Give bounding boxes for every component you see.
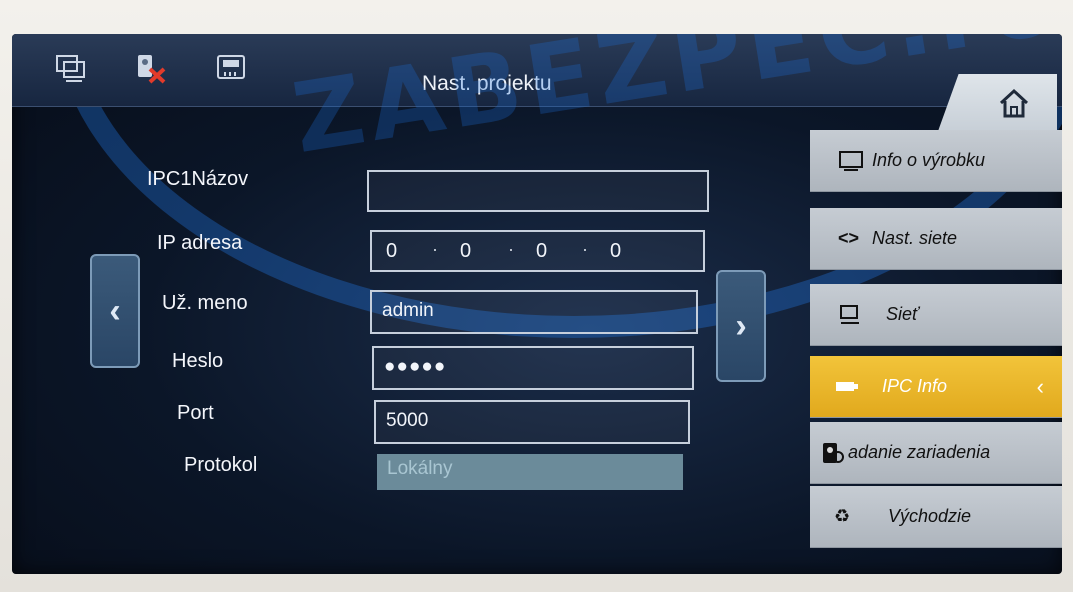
monitor-icon [839, 150, 863, 171]
ip-octet-1: 0 [386, 240, 398, 262]
sidebar-item-ipc-info[interactable]: IPC Info ‹ [810, 356, 1062, 418]
password-input[interactable]: ●●●●● [372, 346, 694, 390]
network-monitor-icon [840, 304, 859, 324]
label-port: Port [177, 402, 214, 424]
ip-separator: · [582, 239, 588, 259]
sidebar-item-device-search[interactable]: adanie zariadenia [810, 422, 1062, 484]
sidebar-item-defaults[interactable]: ♻ Východzie [810, 486, 1062, 548]
label-protocol: Protokol [184, 454, 258, 476]
sidebar-item-label: adanie zariadenia [848, 442, 991, 462]
protocol-select[interactable]: Lokálny [377, 454, 683, 490]
device-offline-icon[interactable] [134, 52, 168, 84]
port-input[interactable]: 5000 [374, 400, 690, 444]
device-search-icon [823, 442, 844, 463]
sidebar-item-label: IPC Info [882, 376, 948, 396]
sidebar-item-label: Info o výrobku [872, 150, 986, 170]
page-title: Nast. projektu [422, 72, 552, 95]
sd-card-icon[interactable] [214, 52, 248, 84]
ip-separator: · [508, 239, 514, 259]
sidebar-item-network[interactable]: Sieť [810, 284, 1062, 346]
sidebar-item-label: Nast. siete [872, 228, 958, 248]
ip-octet-3: 0 [536, 240, 548, 262]
label-ip-address: IP adresa [157, 232, 243, 254]
label-username: Už. meno [162, 292, 248, 314]
camera-icon [836, 381, 858, 391]
prev-page-button[interactable]: ‹ [90, 254, 140, 368]
chevron-right-icon: › [735, 306, 747, 345]
chevron-left-icon: ‹ [1036, 373, 1044, 399]
sidebar-item-network-settings[interactable]: <> Nast. siete [810, 208, 1062, 270]
sidebar-item-label: Sieť [886, 304, 919, 324]
monitor-icon[interactable] [54, 52, 88, 84]
ip-address-input[interactable]: 0 · 0 · 0 · 0 [370, 230, 705, 272]
ip-separator: · [432, 239, 438, 259]
chevron-left-icon: ‹ [109, 291, 121, 330]
home-icon [999, 88, 1029, 118]
top-bar: Nast. projektu [12, 34, 1062, 107]
sidebar-item-label: Východzie [888, 506, 972, 526]
screen: Nast. projektu IPC1Názov IP adresa Už. m… [12, 34, 1062, 574]
label-ipc-name: IPC1Názov [147, 168, 249, 190]
code-arrows-icon: <> [838, 227, 860, 248]
ip-octet-4: 0 [610, 240, 622, 262]
ipc-name-input[interactable] [367, 170, 709, 212]
next-page-button[interactable]: › [716, 270, 766, 382]
label-password: Heslo [172, 350, 224, 372]
sidebar-item-product-info[interactable]: Info o výrobku [810, 130, 1062, 192]
ip-octet-2: 0 [460, 240, 472, 262]
recycle-icon: ♻ [834, 505, 851, 526]
username-input[interactable]: admin [370, 290, 698, 334]
